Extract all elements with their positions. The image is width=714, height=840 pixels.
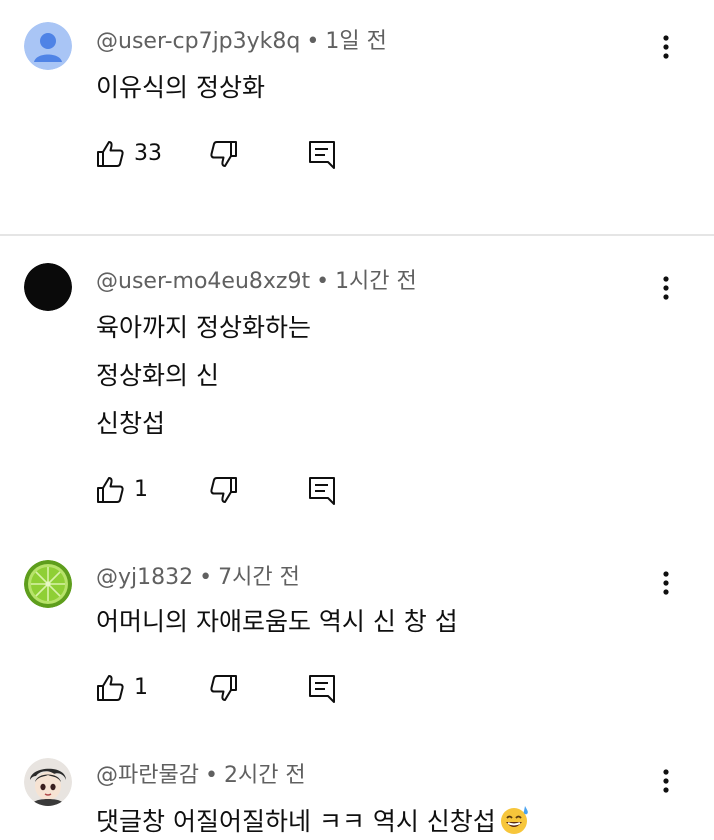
like-count: 33 [134,141,162,166]
author-name[interactable]: @user-cp7jp3yk8q [96,29,300,54]
comment-text: 어머니의 자애로움도 역시 신 창 섭 [96,607,458,636]
comment-text-line: 정상화의 신 [96,361,219,390]
divider [0,234,714,236]
meta-separator: • [306,29,320,54]
more-button[interactable] [654,273,678,303]
like-button[interactable]: 1 [94,668,184,708]
like-button[interactable]: 1 [94,470,184,510]
like-count: 1 [134,477,148,502]
more-button[interactable] [654,32,678,62]
more-button[interactable] [654,766,678,796]
avatar[interactable] [24,560,72,608]
comment-actions: 1 [0,668,714,708]
thumbs-up-icon [97,141,124,167]
more-vertical-icon [663,769,669,793]
reply-button[interactable] [304,470,344,510]
comment-time[interactable]: 1일 전 [325,29,386,54]
comment-text-line: 신창섭 [96,409,166,438]
more-vertical-icon [663,276,669,300]
comment-meta: @user-mo4eu8xz9t • 1시간 전 [96,268,417,296]
meta-separator: • [199,565,213,590]
thumbs-down-icon [210,477,237,503]
anime-character-avatar [24,758,72,806]
comment-time[interactable]: 2시간 전 [224,763,306,788]
comment-meta: @user-cp7jp3yk8q • 1일 전 [96,28,387,56]
like-button[interactable]: 33 [94,134,184,174]
more-button[interactable] [654,568,678,598]
comment-meta: @yj1832 • 7시간 전 [96,564,300,592]
avatar[interactable] [24,22,72,70]
avatar[interactable] [24,263,72,311]
comment-text-line: 육아까지 정상화하는 [96,313,311,342]
author-name[interactable]: @yj1832 [96,565,193,590]
sweat-smile-emoji [500,806,528,834]
comment-actions: 1 [0,470,714,510]
dislike-button[interactable] [204,134,244,174]
lime-slice-avatar [24,560,72,608]
avatar[interactable] [24,758,72,806]
meta-separator: • [316,269,330,294]
thumbs-down-icon [210,141,237,167]
thumbs-up-icon [97,675,124,701]
author-name[interactable]: @파란물감 [96,763,199,788]
comment-actions: 33 [0,134,714,174]
more-vertical-icon [663,35,669,59]
comment-text: 이유식의 정상화 [96,73,265,102]
comment-meta: @파란물감 • 2시간 전 [96,762,306,790]
author-name[interactable]: @user-mo4eu8xz9t [96,269,310,294]
dislike-button[interactable] [204,668,244,708]
like-count: 1 [134,675,148,700]
thumbs-down-icon [210,675,237,701]
comment-text-content: 댓글창 어질어질하네 ㅋㅋ 역시 신창섭 [96,807,496,836]
more-vertical-icon [663,571,669,595]
reply-comment-icon [309,675,335,703]
reply-comment-icon [309,477,335,505]
reply-button[interactable] [304,134,344,174]
reply-comment-icon [309,141,335,169]
comment-time[interactable]: 7시간 전 [218,565,300,590]
comment-text: 댓글창 어질어질하네 ㅋㅋ 역시 신창섭 [96,804,530,838]
comment-time[interactable]: 1시간 전 [335,269,417,294]
thumbs-up-icon [97,477,124,503]
dislike-button[interactable] [204,470,244,510]
default-person-icon [24,22,72,70]
black-circle-avatar [24,263,72,311]
meta-separator: • [204,763,218,788]
reply-button[interactable] [304,668,344,708]
